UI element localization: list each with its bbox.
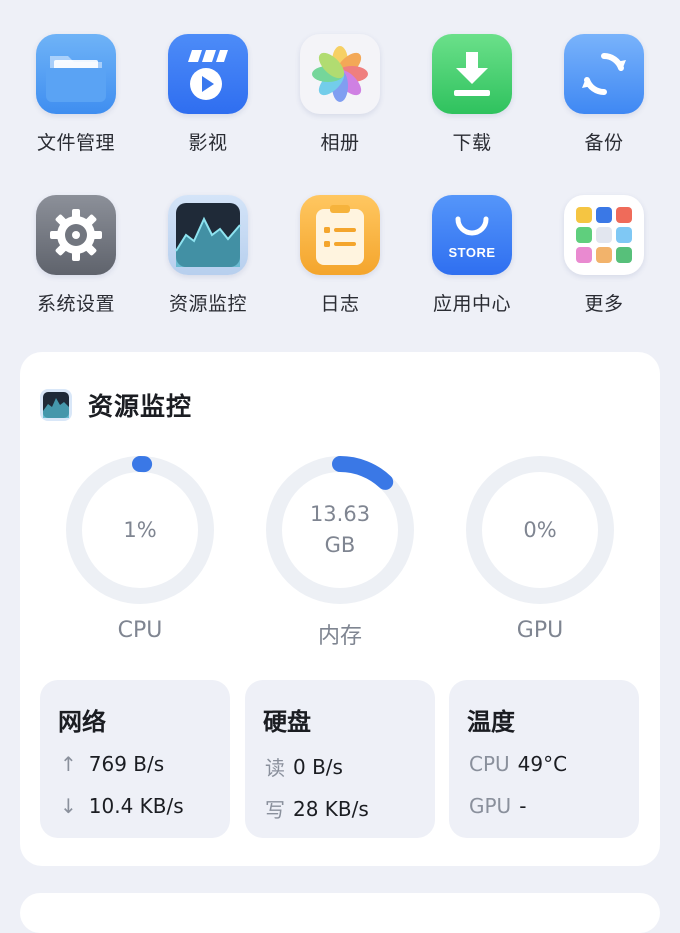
disk-write-row: 写 28 KB/s [265,794,369,823]
cpu-label: CPU [117,618,163,643]
app-label: 备份 [584,132,624,154]
gpu-temp-row: GPU - [469,794,526,818]
memory-value-area: 13.63 GB [262,452,418,608]
arrow-down-icon: ↓ [60,794,77,818]
card-title: 资源监控 [88,392,193,421]
app-grid-icon [564,195,644,275]
app-backup[interactable]: 备份 [538,34,670,155]
app-log[interactable]: 日志 [274,195,406,316]
disk-title: 硬盘 [263,708,311,736]
disk-read-label: 读 [265,756,285,780]
app-more[interactable]: 更多 [538,195,670,316]
network-tile[interactable]: 网络 ↑ 769 B/s ↓ 10.4 KB/s [40,680,230,838]
cpu-temp-label: CPU [469,752,510,776]
memory-unit: GB [324,533,356,557]
gpu-temp-label: GPU [469,794,512,818]
backup-sync-icon [564,34,644,114]
gpu-value-area: 0% [462,452,618,608]
app-label: 日志 [320,293,360,315]
gpu-temp-value: - [519,794,527,818]
temperature-title: 温度 [467,708,515,736]
disk-read-row: 读 0 B/s [265,752,343,781]
app-label: 影视 [188,132,228,154]
app-video[interactable]: 影视 [142,34,274,155]
cpu-temp-row: CPU 49°C [469,752,567,776]
app-label: 系统设置 [36,293,115,315]
cpu-value: 1% [123,517,157,542]
resource-chart-icon [40,389,72,421]
disk-read-value: 0 B/s [293,754,343,779]
cpu-value-area: 1% [62,452,218,608]
app-resource-monitor[interactable]: 资源监控 [142,195,274,316]
gpu-label: GPU [516,618,564,643]
app-label: 相册 [320,132,360,154]
app-photos[interactable]: 相册 [274,34,406,155]
arrow-up-icon: ↑ [60,752,77,776]
gear-icon [36,195,116,275]
app-label: 下载 [452,132,492,154]
next-card-partial [20,893,660,933]
store-bag-icon: STORE [432,195,512,275]
store-badge-text: STORE [448,245,496,260]
network-title: 网络 [58,708,106,736]
cpu-gauge: 1% CPU [40,452,240,643]
temperature-tile[interactable]: 温度 CPU 49°C GPU - [449,680,639,838]
memory-label: 内存 [317,624,362,649]
disk-write-value: 28 KB/s [293,796,369,821]
gpu-value: 0% [523,517,557,542]
folder-icon [36,34,116,114]
video-player-icon [168,34,248,114]
resource-monitor-card[interactable]: 资源监控 1% CPU 13.63 GB 内存 0% GPU 网络 ↑ 769 … [20,352,660,866]
app-file-manager[interactable]: 文件管理 [10,34,142,155]
download-icon [432,34,512,114]
network-download-value: 10.4 KB/s [88,794,184,818]
network-download-row: ↓ 10.4 KB/s [60,794,184,818]
memory-value: 13.63 [309,502,371,526]
photos-icon [300,34,380,114]
app-label: 更多 [584,293,624,315]
app-label: 文件管理 [36,132,115,154]
app-label: 资源监控 [168,293,247,315]
network-upload-value: 769 B/s [88,752,165,776]
memory-gauge: 13.63 GB 内存 [240,452,440,650]
cpu-temp-value: 49°C [517,752,568,776]
network-upload-row: ↑ 769 B/s [60,752,164,776]
app-settings[interactable]: 系统设置 [10,195,142,316]
resource-chart-icon [168,195,248,275]
app-label: 应用中心 [432,293,511,315]
app-download[interactable]: 下载 [406,34,538,155]
log-notepad-icon [300,195,380,275]
gpu-gauge: 0% GPU [440,452,640,643]
disk-write-label: 写 [265,798,285,822]
disk-tile[interactable]: 硬盘 读 0 B/s 写 28 KB/s [245,680,435,838]
app-store[interactable]: STORE 应用中心 [406,195,538,316]
card-header: 资源监控 [40,388,192,422]
